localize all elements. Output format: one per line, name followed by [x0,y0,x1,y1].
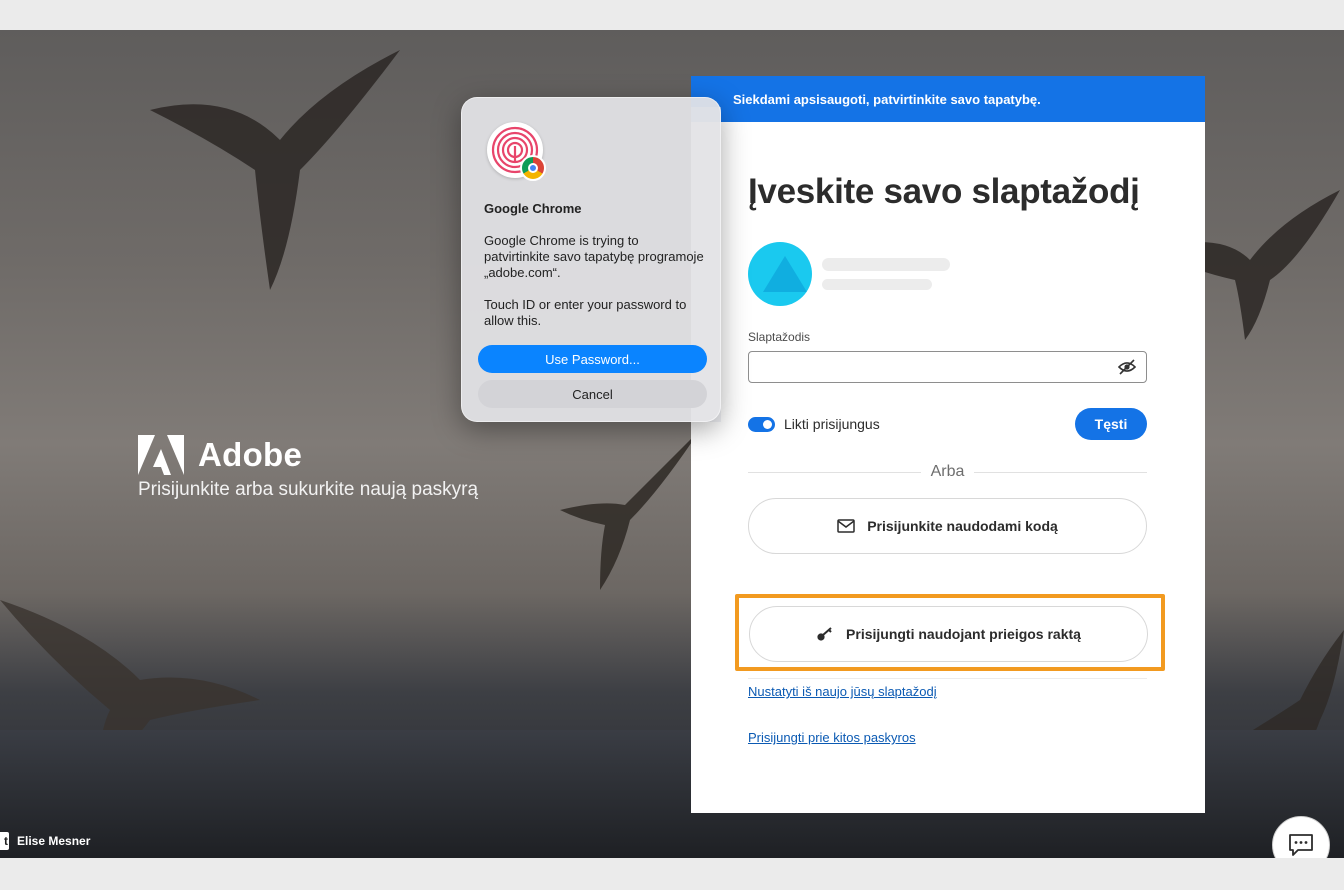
password-input[interactable] [748,351,1147,383]
touchid-dialog: Google Chrome Google Chrome is trying to… [461,97,721,422]
adobe-logo-icon [138,435,184,475]
chat-icon [1289,834,1313,856]
brand-tagline: Prisijunkite arba sukurkite naują paskyr… [138,479,479,500]
avatar [748,242,812,306]
stay-signed-in-label: Likti prisijungus [784,416,880,432]
security-banner: Siekdami apsisaugoti, patvirtinkite savo… [691,76,1205,122]
passkey-signin-button[interactable]: Prisijungti naudojant prieigos raktą [749,606,1148,662]
background-photo: Adobe Prisijunkite arba sukurkite naują … [0,30,1344,858]
mail-icon [837,519,855,533]
brand-name: Adobe [198,436,303,473]
credit-icon: t [0,832,9,850]
separator [748,678,1147,679]
code-signin-button[interactable]: Prisijunkite naudodami kodą [748,498,1147,554]
photo-credit-name: Elise Mesner [17,834,91,848]
stay-signed-in-toggle[interactable] [748,416,775,432]
other-account-link[interactable]: Prisijungti prie kitos paskyros [748,730,916,745]
reset-password-link[interactable]: Nustatyti iš naujo jūsų slaptažodį [748,684,937,699]
bird-illustration [560,430,700,590]
continue-button[interactable]: Tęsti [1075,408,1147,440]
chrome-icon [520,155,546,181]
dialog-hint: Touch ID or enter your password to allow… [484,297,687,328]
password-label: Slaptažodis [748,330,811,344]
signin-card: Siekdami apsisaugoti, patvirtinkite savo… [691,76,1205,813]
photo-credit: t Elise Mesner [0,832,90,850]
or-divider: Arba [748,463,1148,481]
passkey-signin-label: Prisijungti naudojant prieigos raktą [846,626,1081,642]
bird-illustration [150,50,400,290]
account-profile [748,242,1148,306]
brand-block: Adobe Prisijunkite arba sukurkite naują … [138,435,478,501]
or-label: Arba [930,463,965,480]
dialog-app-name: Google Chrome [484,201,582,216]
account-email-placeholder [822,258,950,290]
stay-signed-in[interactable]: Likti prisijungus [748,416,880,432]
dialog-message: Google Chrome is trying to patvirtinkite… [484,233,704,280]
key-icon [817,627,832,641]
cancel-button[interactable]: Cancel [478,380,707,408]
use-password-button[interactable]: Use Password... [478,345,707,373]
eye-off-icon[interactable] [1118,359,1136,375]
code-signin-label: Prisijunkite naudodami kodą [867,518,1058,534]
page-title: Įveskite savo slaptažodį [748,172,1140,211]
